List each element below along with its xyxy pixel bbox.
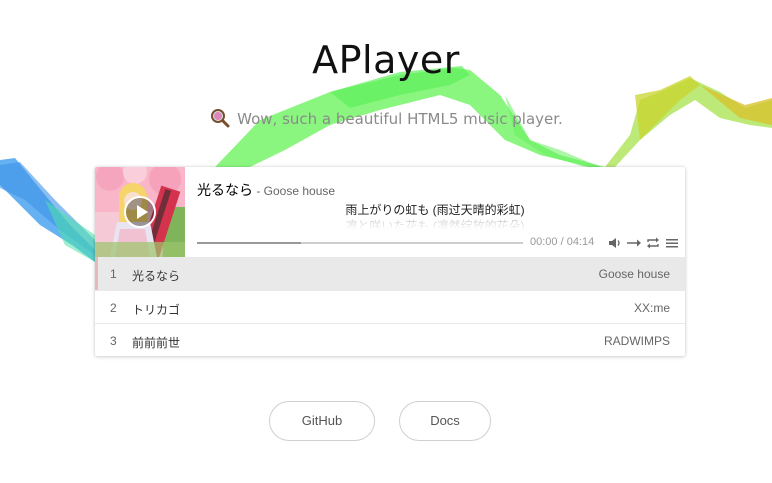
track-title: 前前前世 [132,336,181,350]
track-artist: RADWIMPS [604,334,670,348]
track-title: トリカゴ [132,303,181,317]
github-button[interactable]: GitHub [269,401,375,441]
link-buttons: GitHub Docs [0,401,772,441]
album-cover [95,167,185,257]
song-title: 光るなら [197,182,253,198]
track-index: 3 [110,334,117,348]
progress-played [197,242,302,244]
song-author: - Goose house [253,184,336,198]
music-player: 光るなら - Goose house 雨上がりの虹も (雨过天晴的彩虹) 凛と咲… [95,167,685,356]
track-artist: Goose house [598,267,670,281]
tagline-text: Wow, such a beautiful HTML5 music player… [237,110,563,128]
playlist: 1 光るなら Goose house 2 トリカゴ XX:me 3 前前前世 RADWIMPS [95,257,685,356]
playlist-row[interactable]: 2 トリカゴ XX:me [95,290,685,323]
lyric-current: 雨上がりの虹も (雨过天晴的彩虹) [345,203,525,217]
lyrics-panel: 雨上がりの虹も (雨过天晴的彩虹) 凛と咲いた花も (凛然绽放的花朵) [185,202,685,230]
track-artist: XX:me [633,301,670,315]
now-playing: 光るなら - Goose house [197,180,335,200]
player-info: 光るなら - Goose house 雨上がりの虹も (雨过天晴的彩虹) 凛と咲… [185,167,685,257]
play-icon [137,205,148,219]
progress-bar[interactable] [197,242,523,244]
lyric-next: 凛と咲いた花も (凛然绽放的花朵) [345,219,525,230]
tagline: Wow, such a beautiful HTML5 music player… [0,107,772,129]
track-index: 1 [110,267,117,281]
track-index: 2 [110,301,117,315]
menu-icon[interactable] [665,236,679,250]
play-button[interactable] [124,196,156,228]
loop-icon[interactable] [646,236,660,250]
playlist-row[interactable]: 1 光るなら Goose house [95,257,685,290]
docs-button[interactable]: Docs [399,401,491,441]
track-title: 光るなら [132,269,181,283]
magnifier-icon [209,107,231,129]
volume-icon[interactable] [608,236,622,250]
time-display: 00:00 / 04:14 [530,236,595,248]
playlist-row[interactable]: 3 前前前世 RADWIMPS [95,323,685,356]
page-title: APlayer [312,38,460,82]
order-icon[interactable] [626,236,642,250]
player-body: 光るなら - Goose house 雨上がりの虹も (雨过天晴的彩虹) 凛と咲… [95,167,685,257]
